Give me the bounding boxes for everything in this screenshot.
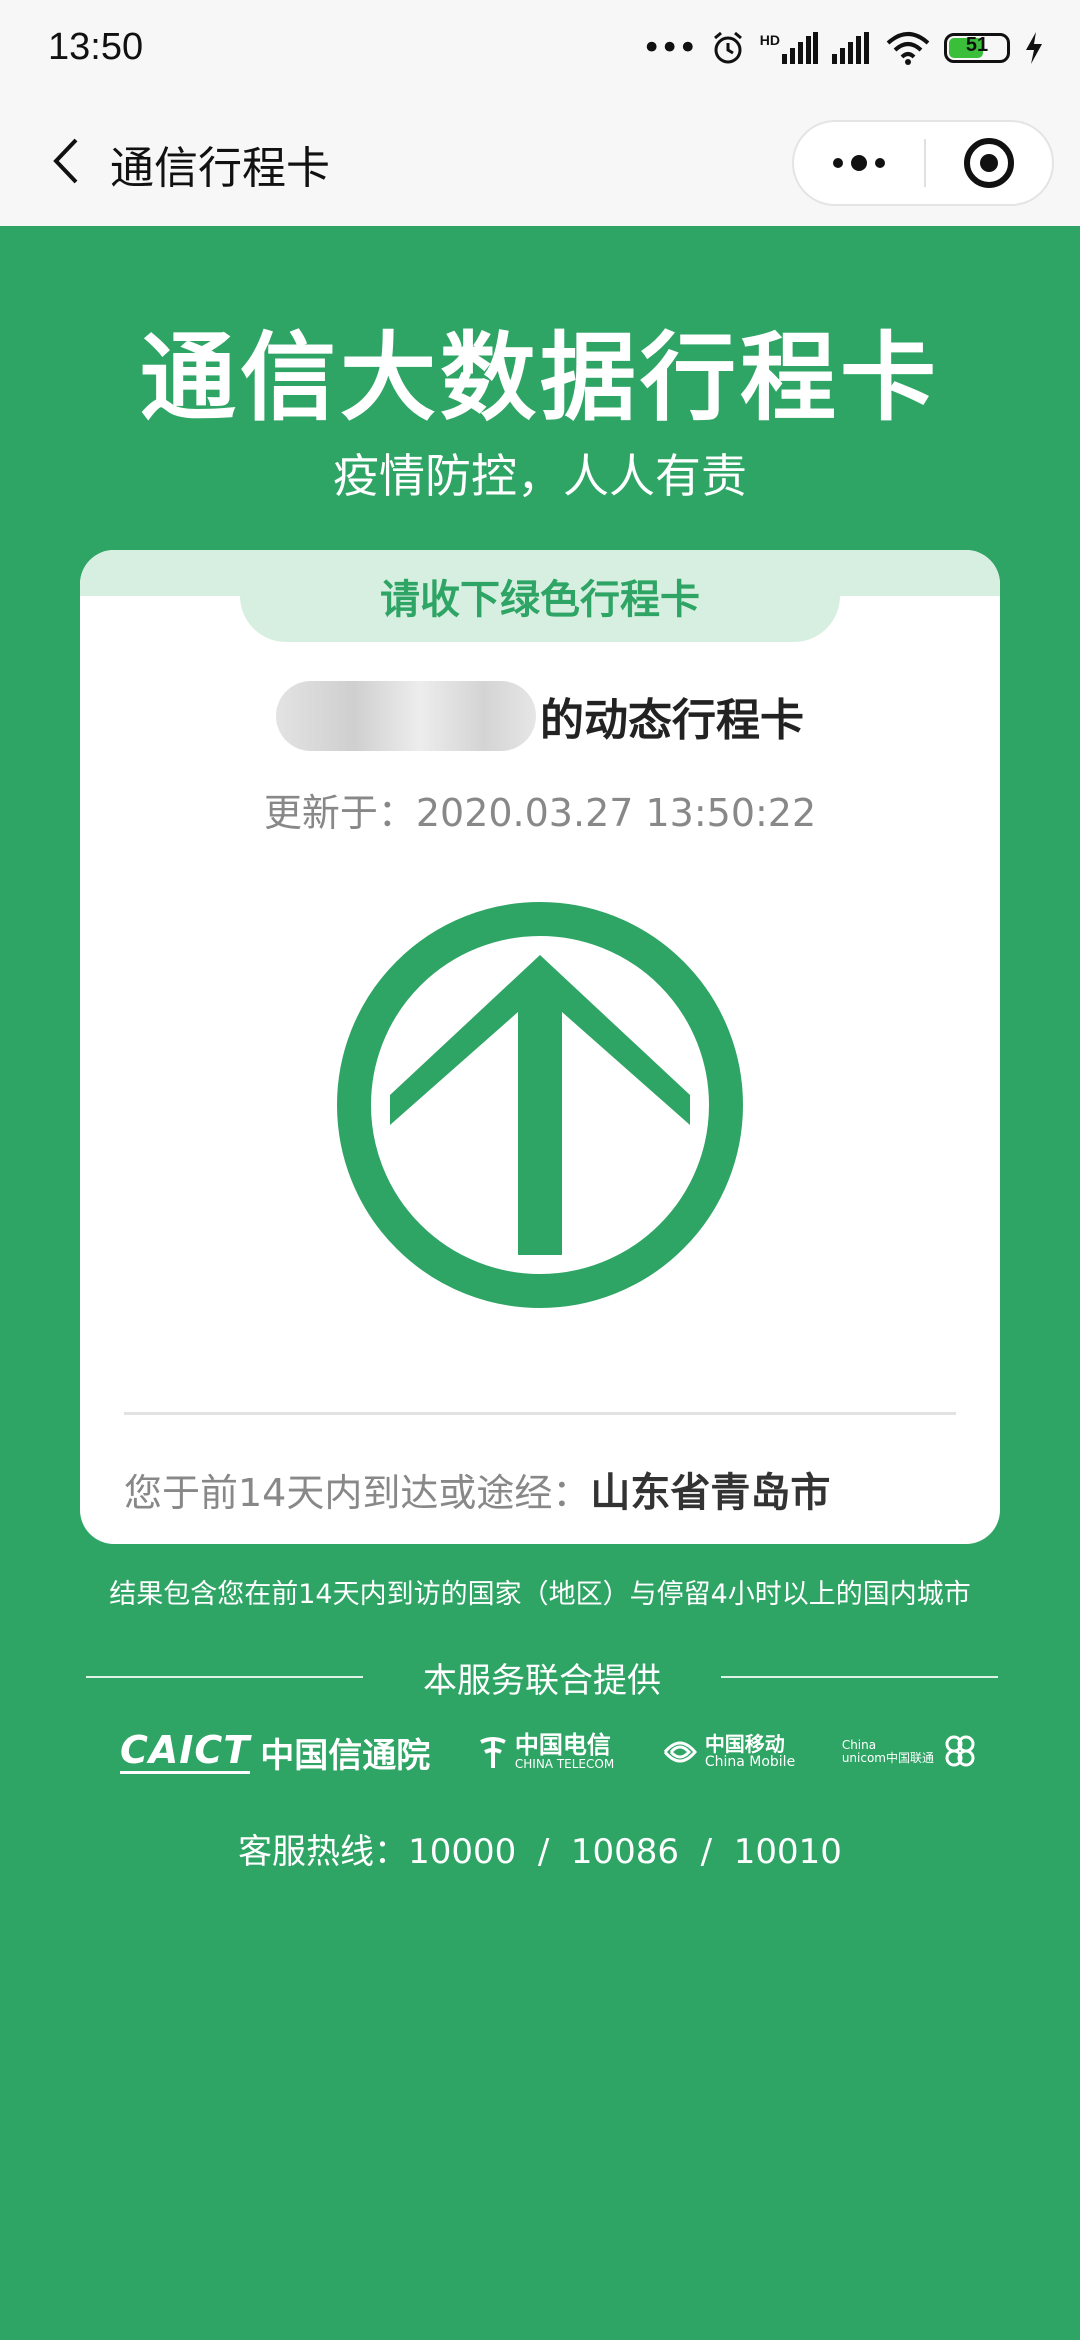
status-time: 13:50 — [48, 26, 144, 68]
blurred-phone-number — [276, 681, 536, 751]
route-prefix: 您于前14天内到达或途经： — [124, 1471, 591, 1515]
status-bar: 13:50 ••• HD 51 — [0, 0, 1080, 96]
more-icon-right — [875, 158, 885, 168]
green-arrow-up-icon — [337, 902, 743, 1308]
signal-icon — [832, 32, 869, 64]
back-icon — [53, 138, 78, 184]
update-time: 2020.03.27 13:50:22 — [415, 791, 817, 835]
card-divider — [124, 1412, 956, 1415]
hotline-numbers[interactable]: 10000 / 10086 / 10010 — [408, 1832, 842, 1872]
more-button[interactable] — [794, 122, 924, 204]
telecom-name-cn: 中国电信 — [514, 1731, 611, 1760]
provider-line-right — [721, 1676, 998, 1678]
route-row: 您于前14天内到达或途经：山东省青岛市 — [124, 1460, 830, 1518]
update-time-row: 更新于：2020.03.27 13:50:22 — [80, 782, 1000, 837]
status-indicator — [335, 900, 745, 1310]
miniprogram-capsule — [792, 120, 1054, 206]
partner-logos: CAICT 中国信通院 中国电信 CHINA TELECOM 中国移动 Chin… — [120, 1722, 980, 1782]
update-prefix: 更新于： — [263, 791, 416, 835]
card-name-suffix: 的动态行程卡 — [540, 695, 804, 746]
mobile-icon — [663, 1741, 697, 1763]
back-button[interactable] — [30, 126, 100, 196]
close-miniprogram-icon — [964, 138, 1014, 188]
hotline-row: 客服热线：10000 / 10086 / 10010 — [0, 1824, 1080, 1873]
hd-label: HD — [759, 32, 780, 48]
main-subtitle: 疫情防控，人人有责 — [333, 449, 747, 503]
battery-level: 51 — [965, 34, 989, 56]
more-icon — [833, 158, 843, 168]
card-name-row: 的动态行程卡 — [80, 676, 1000, 756]
provider-label: 本服务联合提供 — [423, 1660, 661, 1701]
mobile-name-cn: 中国移动 — [704, 1732, 785, 1757]
unicom-name-cn: unicom中国联通 — [841, 1751, 934, 1765]
route-city: 山东省青岛市 — [590, 1470, 831, 1516]
china-unicom-logo: China unicom中国联通 — [842, 1734, 980, 1770]
telecom-icon — [479, 1737, 506, 1768]
nav-bar: 通信行程卡 — [0, 96, 1080, 226]
page-title: 通信行程卡 — [110, 143, 330, 194]
china-mobile-logo: 中国移动 China Mobile — [661, 1734, 795, 1770]
more-icon-center — [851, 155, 867, 171]
caict-mark: CAICT — [120, 1727, 251, 1774]
provider-row: 本服务联合提供 — [86, 1652, 998, 1702]
status-icons: ••• HD 51 — [642, 22, 1044, 74]
battery-icon: 51 — [944, 33, 1010, 63]
hotline-label: 客服热线： — [238, 1832, 409, 1872]
result-note: 结果包含您在前14天内到访的国家（地区）与停留4小时以上的国内城市 — [109, 1579, 971, 1610]
mobile-name-en: China Mobile — [704, 1754, 796, 1771]
provider-line-left — [86, 1676, 363, 1678]
main-title: 通信大数据行程卡 — [140, 322, 940, 434]
charging-icon — [1026, 32, 1042, 64]
card-tab: 请收下绿色行程卡 — [240, 550, 840, 642]
wifi-icon — [886, 32, 930, 65]
china-telecom-logo: 中国电信 CHINA TELECOM — [477, 1731, 615, 1772]
alarm-icon — [713, 31, 742, 64]
telecom-name-en: CHINA TELECOM — [514, 1757, 615, 1772]
caict-name: 中国信通院 — [260, 1735, 431, 1776]
itinerary-card: 请收下绿色行程卡 的动态行程卡 更新于：2020.03.27 13:50:22 … — [80, 550, 1000, 1544]
unicom-knot-icon — [945, 1735, 975, 1767]
dots-icon: ••• — [641, 28, 698, 68]
caict-logo: CAICT 中国信通院 — [120, 1728, 430, 1777]
signal-icon: HD — [760, 32, 818, 64]
close-miniprogram-button[interactable] — [926, 122, 1052, 204]
